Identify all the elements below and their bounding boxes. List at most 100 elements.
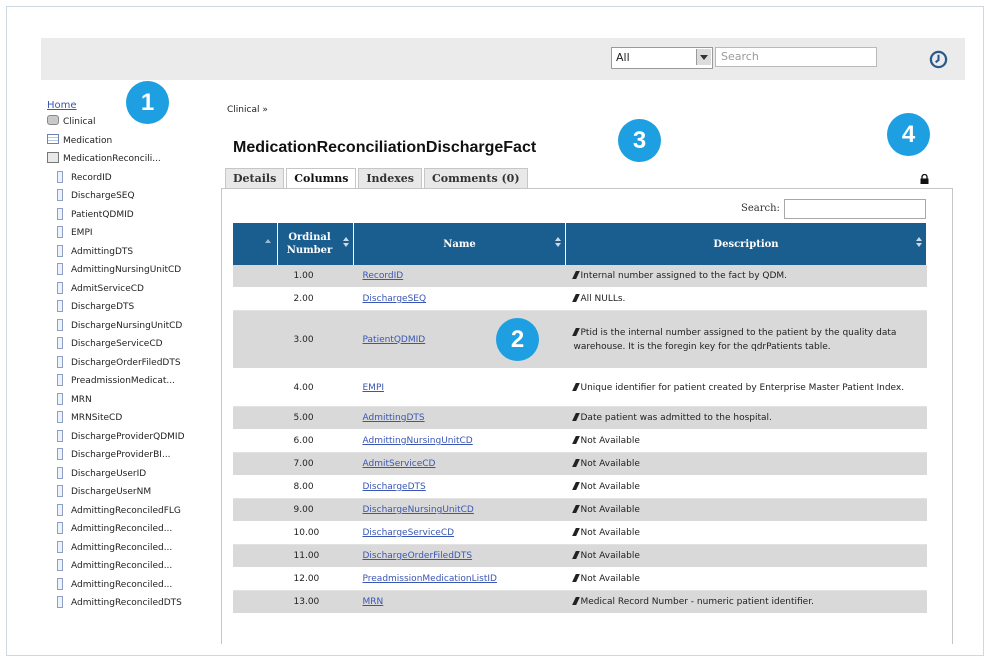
sidebar-item[interactable]: DischargeUserID [47, 466, 217, 485]
filter-select[interactable]: All [611, 47, 713, 69]
column-name-link[interactable]: EMPI [354, 383, 385, 393]
sidebar-item[interactable]: Medication [47, 133, 217, 152]
name-cell: PreadmissionMedicationListID [353, 567, 566, 591]
edit-pencil-icon[interactable] [571, 551, 580, 559]
sidebar-item[interactable]: MRNSiteCD [47, 410, 217, 429]
row-selector-cell[interactable] [233, 544, 278, 568]
ordinal-cell: 7.00 [277, 452, 354, 476]
sidebar-item[interactable]: AdmittingReconciled... [47, 540, 217, 559]
columns-table: Ordinal Number Name Description 1.00 Reco… [233, 223, 927, 614]
sidebar-item[interactable]: AdmittingReconciledFLG [47, 503, 217, 522]
ordinal-cell: 1.00 [277, 265, 354, 288]
row-selector-cell[interactable] [233, 310, 278, 369]
edit-pencil-icon[interactable] [571, 459, 580, 467]
tab-bar: Details Columns Indexes Comments (0) [225, 168, 530, 188]
edit-pencil-icon[interactable] [571, 382, 580, 391]
edit-pencil-icon[interactable] [571, 482, 580, 490]
sidebar-item[interactable]: EMPI [47, 225, 217, 244]
sidebar-item[interactable]: DischargeUserNM [47, 484, 217, 503]
edit-pencil-icon[interactable] [571, 597, 580, 605]
edit-pencil-icon[interactable] [571, 271, 580, 279]
history-clock-icon[interactable] [929, 50, 948, 69]
sidebar-item[interactable]: AdmittingReconciled... [47, 577, 217, 596]
sidebar-item[interactable]: DischargeProviderQDMID [47, 429, 217, 448]
column-name-link[interactable]: MRN [354, 597, 384, 607]
sidebar-item[interactable]: MRN [47, 392, 217, 411]
sidebar-item[interactable]: DischargeNursingUnitCD [47, 318, 217, 337]
column-name-link[interactable]: AdmittingDTS [354, 413, 425, 423]
sidebar-item[interactable]: AdmittingDTS [47, 244, 217, 263]
row-selector-cell[interactable] [233, 265, 278, 288]
row-selector-cell[interactable] [233, 498, 278, 522]
description-cell: Internal number assigned to the fact by … [565, 265, 927, 288]
row-selector-cell[interactable] [233, 452, 278, 476]
sidebar-item[interactable]: AdmittingReconciled... [47, 521, 217, 540]
column-name-link[interactable]: DischargeDTS [354, 482, 426, 492]
column-name-link[interactable]: DischargeServiceCD [354, 528, 455, 538]
tab-indexes[interactable]: Indexes [358, 168, 422, 188]
row-selector-cell[interactable] [233, 287, 278, 311]
column-name-link[interactable]: DischargeOrderFiledDTS [354, 551, 473, 561]
row-selector-cell[interactable] [233, 406, 278, 430]
column-header-description[interactable]: Description [565, 223, 927, 265]
edit-pencil-icon[interactable] [571, 436, 580, 444]
lock-icon[interactable] [920, 174, 929, 184]
sidebar-item[interactable]: DischargeSEQ [47, 188, 217, 207]
description-cell: Not Available [565, 544, 927, 568]
column-name-link[interactable]: PatientQDMID [354, 335, 426, 345]
sidebar-item[interactable]: DischargeProviderBI... [47, 447, 217, 466]
column-name-link[interactable]: PreadmissionMedicationListID [354, 574, 497, 584]
sidebar-item-label: AdmittingReconciled... [71, 524, 173, 534]
column-header-ordinal[interactable]: Ordinal Number [277, 223, 354, 265]
column-name-link[interactable]: AdmitServiceCD [354, 459, 436, 469]
edit-pencil-icon[interactable] [571, 528, 580, 536]
column-icon [57, 466, 63, 479]
column-icon [57, 485, 63, 497]
description-text: Not Available [580, 551, 640, 561]
sidebar-item[interactable]: DischargeOrderFiledDTS [47, 355, 217, 374]
sidebar-item[interactable]: AdmittingNursingUnitCD [47, 262, 217, 281]
column-name-link[interactable]: RecordID [354, 271, 404, 281]
sidebar-item[interactable]: PatientQDMID [47, 207, 217, 226]
global-search-input[interactable]: Search [715, 47, 877, 67]
home-link[interactable]: Home [47, 100, 77, 111]
column-header-selector[interactable] [233, 223, 278, 265]
ordinal-cell: 8.00 [277, 475, 354, 499]
tab-details[interactable]: Details [225, 168, 285, 188]
description-cell: Not Available [565, 452, 927, 476]
column-name-link[interactable]: DischargeNursingUnitCD [354, 505, 474, 515]
sidebar-item[interactable]: RecordID [47, 170, 217, 189]
row-selector-cell[interactable] [233, 368, 278, 407]
column-header-name[interactable]: Name [353, 223, 566, 265]
tab-columns[interactable]: Columns [286, 168, 357, 188]
breadcrumb[interactable]: Clinical » [227, 105, 268, 115]
column-name-link[interactable]: AdmittingNursingUnitCD [354, 436, 473, 446]
row-selector-cell[interactable] [233, 521, 278, 545]
row-selector-cell[interactable] [233, 590, 278, 614]
edit-pencil-icon[interactable] [571, 413, 580, 421]
callout-badge-4: 4 [887, 113, 930, 156]
edit-pencil-icon[interactable] [571, 574, 580, 582]
column-icon [57, 207, 63, 220]
row-selector-cell[interactable] [233, 429, 278, 453]
edit-pencil-icon[interactable] [571, 294, 580, 302]
sidebar-item[interactable]: PreadmissionMedicat... [47, 373, 217, 392]
column-icon [57, 392, 63, 405]
chevron-down-icon[interactable] [696, 49, 711, 65]
sidebar-item[interactable]: AdmittingReconciled... [47, 558, 217, 577]
column-name-link[interactable]: DischargeSEQ [354, 294, 427, 304]
table-search-input[interactable] [784, 199, 926, 219]
edit-pencil-icon[interactable] [571, 505, 580, 513]
sidebar-item[interactable]: MedicationReconcili... [47, 151, 217, 170]
callout-badge-2: 2 [496, 318, 539, 361]
sidebar-item[interactable]: DischargeServiceCD [47, 336, 217, 355]
row-selector-cell[interactable] [233, 567, 278, 591]
sidebar-item[interactable]: AdmittingReconciledDTS [47, 595, 217, 614]
table-row: 10.00 DischargeServiceCD Not Available [233, 521, 927, 545]
tab-comments[interactable]: Comments (0) [424, 168, 528, 188]
edit-pencil-icon[interactable] [571, 327, 580, 336]
row-selector-cell[interactable] [233, 475, 278, 499]
sidebar-item[interactable]: AdmitServiceCD [47, 281, 217, 300]
sidebar-item[interactable]: DischargeDTS [47, 299, 217, 318]
ordinal-cell: 9.00 [277, 498, 354, 522]
